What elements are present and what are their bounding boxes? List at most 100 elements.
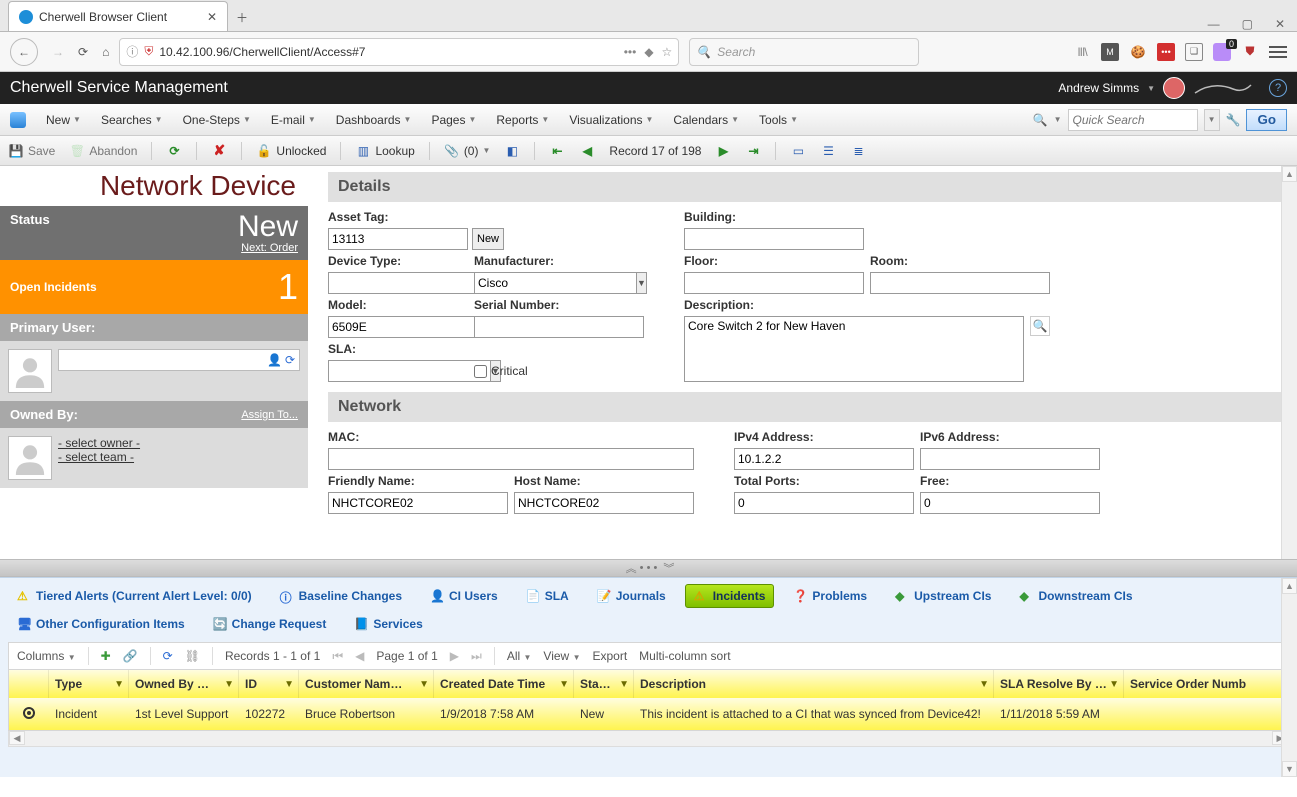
tab-baseline[interactable]: ⓘBaseline Changes [271,584,411,608]
library-icon[interactable]: III\ [1073,43,1091,61]
mac-input[interactable] [328,448,694,470]
unlocked-label[interactable]: Unlocked [276,144,326,158]
critical-checkbox[interactable] [474,365,487,378]
outer-scrollbar[interactable]: ▲ [1281,166,1297,559]
room-input[interactable] [870,272,1050,294]
user-avatar[interactable] [1163,77,1185,99]
tab-upstream[interactable]: ◆Upstream CIs [886,584,1000,608]
menu-reports[interactable]: Reports▼ [496,113,549,127]
url-bar[interactable]: ⓘ ⛨ 10.42.100.96/CherwellClient/Access#7… [119,38,679,66]
ext-icon-reader[interactable]: ❏ [1185,43,1203,61]
grid-hscroll[interactable]: ◀ ▶ [8,731,1289,747]
tab-other-ci[interactable]: 🖥Other Configuration Items [8,612,194,636]
grid-new-icon[interactable]: ✚ [101,649,111,663]
export-button[interactable]: Export [592,649,627,663]
quick-search-input[interactable] [1068,109,1198,131]
back-button[interactable]: ← [10,38,38,66]
reload-button[interactable]: ⟳ [78,45,88,59]
quick-search-dropdown[interactable]: ▼ [1204,109,1220,131]
menu-tools[interactable]: Tools▼ [759,113,798,127]
last-page-icon[interactable]: ⏭ [471,649,482,664]
row-selected-indicator[interactable] [23,707,35,719]
ext-icon-badge[interactable]: 0 [1213,43,1231,61]
menu-onesteps[interactable]: One-Steps▼ [183,113,251,127]
attach-icon[interactable]: 📎 [444,143,460,159]
assign-to-link[interactable]: Assign To... [241,409,298,421]
grid-row[interactable]: Incident 1st Level Support 102272 Bruce … [9,698,1288,730]
tab-incidents[interactable]: ⚠Incidents [685,584,775,608]
ext-icon-1[interactable]: M [1101,43,1119,61]
menu-calendars[interactable]: Calendars▼ [673,113,739,127]
reader-icon[interactable]: ◆ [644,45,653,59]
view-menu[interactable]: View ▼ [543,649,580,663]
search-tool-icon[interactable]: 🔍 [1033,113,1048,127]
tab-sla[interactable]: 📄SLA [517,584,578,608]
maximize-icon[interactable]: ▢ [1242,17,1253,31]
col-sla[interactable]: SLA Resolve By …▼ [994,670,1124,698]
ext-icon-lastpass[interactable]: ••• [1157,43,1175,61]
ports-input[interactable] [734,492,914,514]
browser-tab[interactable]: Cherwell Browser Client ✕ [8,1,228,31]
col-customer[interactable]: Customer Nam…▼ [299,670,434,698]
more-icon[interactable]: ••• [624,45,637,59]
user-refresh-icon[interactable]: ⟳ [285,353,295,367]
sla-dropdown[interactable]: ▼ [328,360,498,382]
multisort-button[interactable]: Multi-column sort [639,649,730,663]
friendly-input[interactable] [328,492,508,514]
description-zoom-icon[interactable]: 🔍 [1030,316,1050,336]
user-lookup-icon[interactable]: 👤 [267,353,282,367]
col-created[interactable]: Created Date Time▼ [434,670,574,698]
wrench-icon[interactable]: 🔧 [1226,113,1241,127]
view-list-icon[interactable]: ☰ [820,143,836,159]
col-owned[interactable]: Owned By …▼ [129,670,239,698]
description-textarea[interactable] [684,316,1024,382]
tab-problems[interactable]: ❓Problems [784,584,876,608]
menu-email[interactable]: E-mail▼ [271,113,316,127]
close-window-icon[interactable]: ✕ [1275,17,1285,31]
menu-dashboards[interactable]: Dashboards▼ [336,113,412,127]
tab-ci-users[interactable]: 👤CI Users [421,584,507,608]
first-page-icon[interactable]: ⏮ [332,649,343,664]
select-team-link[interactable]: - select team - [58,450,140,464]
minimize-icon[interactable]: — [1208,17,1220,31]
columns-button[interactable]: Columns ▼ [17,649,76,663]
prev-page-icon[interactable]: ◀ [355,649,364,663]
menu-pages[interactable]: Pages▼ [431,113,476,127]
ext-icon-ublock[interactable]: ⛊ [1241,43,1259,61]
grid-link-icon[interactable]: 🔗 [123,649,138,663]
col-status[interactable]: Sta…▼ [574,670,634,698]
refresh-icon[interactable]: ⟳ [166,143,182,159]
host-input[interactable] [514,492,694,514]
splitter-bar[interactable]: ︽ • • • ︾ [0,559,1297,577]
prev-record-icon[interactable]: ◀ [579,143,595,159]
shield-slash-icon[interactable]: ⛨ [144,44,153,59]
select-owner-link[interactable]: - select owner - [58,436,140,450]
close-tab-icon[interactable]: ✕ [207,10,217,24]
first-record-icon[interactable]: ⇤ [549,143,565,159]
menu-searches[interactable]: Searches▼ [101,113,163,127]
home-button[interactable]: ⌂ [102,45,109,59]
last-record-icon[interactable]: ⇥ [745,143,761,159]
user-name[interactable]: Andrew Simms [1058,81,1139,95]
next-page-icon[interactable]: ▶ [450,649,459,663]
next-record-icon[interactable]: ▶ [715,143,731,159]
menu-visualizations[interactable]: Visualizations▼ [569,113,653,127]
bookmark-star-icon[interactable]: ☆ [662,45,673,59]
ext-icon-cookie[interactable]: 🍪 [1129,43,1147,61]
lookup-button[interactable]: Lookup [375,144,414,158]
device-type-dropdown[interactable]: ▼ [328,272,498,294]
model-input[interactable] [328,316,498,338]
save-button[interactable]: Save [28,144,55,158]
forward-button[interactable]: → [52,45,64,59]
serial-input[interactable] [474,316,644,338]
view-form-icon[interactable]: ▭ [790,143,806,159]
col-description[interactable]: Description▼ [634,670,994,698]
tab-journals[interactable]: 📝Journals [588,584,675,608]
asset-tag-input[interactable] [328,228,468,250]
go-button[interactable]: Go [1246,109,1287,131]
ipv6-input[interactable] [920,448,1100,470]
col-service[interactable]: Service Order Numb [1124,670,1284,698]
bottom-scrollbar[interactable]: ▲▼ [1281,578,1297,777]
tab-downstream[interactable]: ◆Downstream CIs [1010,584,1141,608]
ipv4-input[interactable] [734,448,914,470]
